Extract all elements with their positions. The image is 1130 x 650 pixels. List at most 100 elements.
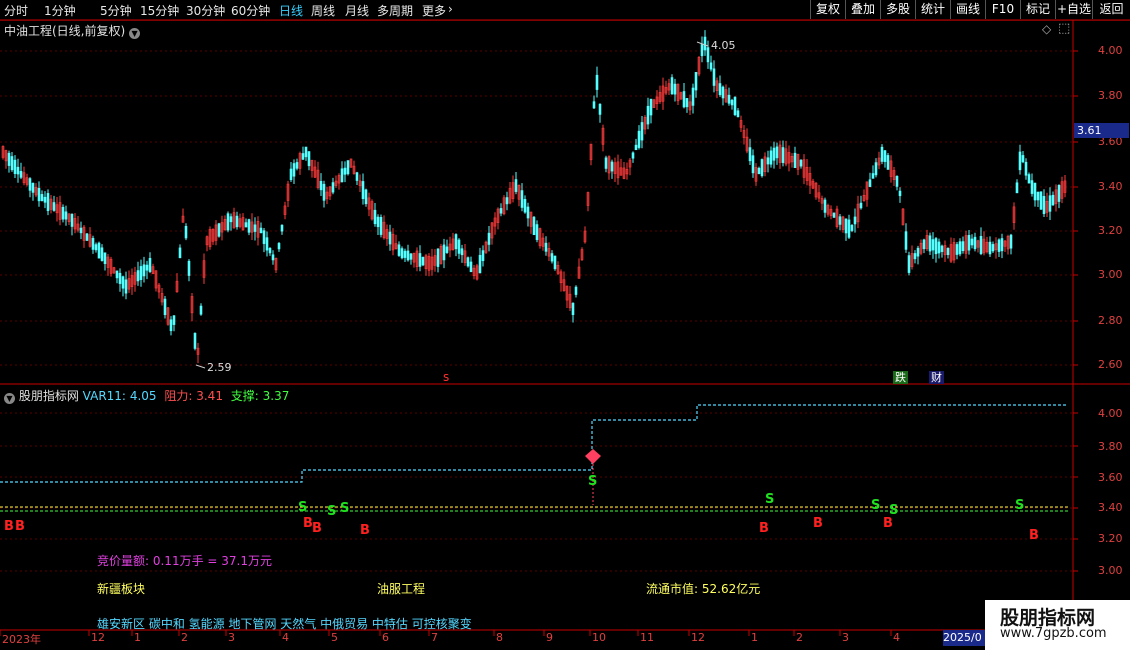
candle-body xyxy=(331,182,335,193)
candle-body xyxy=(931,239,935,251)
candle-body xyxy=(769,150,773,165)
candle-body xyxy=(1000,238,1004,252)
var11-label: VAR11: xyxy=(82,389,126,403)
stock-title-text: 中油工程(日线,前复权) xyxy=(4,24,126,38)
candle-body xyxy=(772,147,776,161)
candle-body xyxy=(124,279,128,294)
cai-event-badge[interactable]: 财 xyxy=(929,371,944,384)
date-tick: 11 xyxy=(640,631,654,644)
candle-body xyxy=(406,250,410,261)
candle-body xyxy=(700,44,704,57)
candle-body xyxy=(460,248,464,256)
candle-body xyxy=(1024,161,1028,176)
candle-body xyxy=(103,252,107,264)
candle-body xyxy=(721,86,725,99)
candle-body xyxy=(199,305,203,315)
candle-body xyxy=(859,202,863,209)
candle-body xyxy=(760,159,764,177)
candle-body xyxy=(928,235,932,252)
candle-body xyxy=(1051,194,1055,206)
price-tick: 2.80 xyxy=(1098,314,1123,327)
candle-body xyxy=(442,244,446,261)
candle-body xyxy=(937,241,941,254)
candle-body xyxy=(847,219,851,238)
title-dropdown-icon[interactable]: ▼ xyxy=(129,28,141,39)
diamond-icon[interactable]: ◇ xyxy=(1042,22,1051,36)
candle-body xyxy=(457,239,461,254)
candle-body xyxy=(172,315,176,325)
candle-body xyxy=(940,245,944,252)
resist-value: 3.41 xyxy=(196,389,223,403)
candle-body xyxy=(259,227,263,234)
candle-body xyxy=(766,157,770,165)
watermark-url: www.7gpzb.com xyxy=(1000,626,1107,641)
buy-signal-marker: B xyxy=(759,521,769,536)
candle-body xyxy=(100,247,104,261)
buy-signal-marker: B xyxy=(15,519,25,534)
candle-body xyxy=(37,187,41,202)
candle-body xyxy=(781,147,785,163)
candle-body xyxy=(979,235,983,255)
sell-signal-marker: S xyxy=(327,504,337,519)
price-tick: 3.80 xyxy=(1098,89,1123,102)
candle-body xyxy=(79,227,83,234)
s-event-marker[interactable]: s xyxy=(443,370,449,384)
indicator-title: ▼ 股朋指标网 VAR11: 4.05 阻力: 3.41 支撑: 3.37 xyxy=(4,387,289,404)
candle-body xyxy=(280,224,284,232)
candle-body xyxy=(373,209,377,225)
candle-body xyxy=(91,238,95,250)
indicator-dropdown-icon[interactable]: ▼ xyxy=(4,393,15,404)
indicator-tick: 3.20 xyxy=(1098,532,1123,545)
candle-body xyxy=(907,255,911,273)
candle-body xyxy=(118,272,122,284)
candle-body xyxy=(145,264,149,271)
candle-body xyxy=(553,255,557,270)
date-tick: 12 xyxy=(691,631,705,644)
indicator-tick: 3.40 xyxy=(1098,501,1123,514)
candle-body xyxy=(466,257,470,267)
gem-marker-icon xyxy=(585,449,601,464)
candle-body xyxy=(913,253,917,260)
date-tick: 12 xyxy=(91,631,105,644)
candle-body xyxy=(304,146,308,158)
buy-signal-marker: B xyxy=(4,519,14,534)
candle-body xyxy=(7,152,11,166)
candle-body xyxy=(727,94,731,104)
candle-body xyxy=(718,83,722,96)
candle-body xyxy=(526,206,530,219)
candle-body xyxy=(853,216,857,225)
candle-body xyxy=(991,244,995,252)
candle-body xyxy=(379,217,383,235)
candle-body xyxy=(532,216,536,236)
price-tick: 3.00 xyxy=(1098,268,1123,281)
support-value: 3.37 xyxy=(262,389,290,403)
buy-signal-marker: B xyxy=(312,521,322,536)
candle-body xyxy=(355,172,359,181)
candle-body xyxy=(1048,195,1052,212)
candle-body xyxy=(268,247,272,254)
date-tick: 1 xyxy=(134,631,141,644)
sector-label-1: 新疆板块 xyxy=(97,582,146,596)
candle-body xyxy=(217,223,221,237)
candle-body xyxy=(1021,155,1025,163)
resist-label: 阻力: xyxy=(164,389,193,403)
candle-body xyxy=(277,243,281,250)
candle-body xyxy=(271,254,275,261)
sell-signal-marker: S xyxy=(871,498,881,513)
candle-body xyxy=(301,153,305,160)
candle-body xyxy=(535,224,539,240)
candle-body xyxy=(574,286,578,295)
date-tick: 4 xyxy=(282,631,289,644)
candle-body xyxy=(712,68,716,86)
die-event-badge[interactable]: 跌 xyxy=(893,371,908,384)
candle-body xyxy=(52,202,56,211)
candle-body xyxy=(487,232,491,245)
candle-body xyxy=(1009,234,1013,249)
candle-body xyxy=(733,96,737,116)
candle-body xyxy=(694,72,698,91)
sector-label-2: 油服工程 xyxy=(377,582,426,596)
candle-body xyxy=(16,166,20,175)
expand-icon[interactable]: ⬚ xyxy=(1058,21,1070,36)
candle-body xyxy=(748,147,752,162)
candle-body xyxy=(163,298,167,316)
